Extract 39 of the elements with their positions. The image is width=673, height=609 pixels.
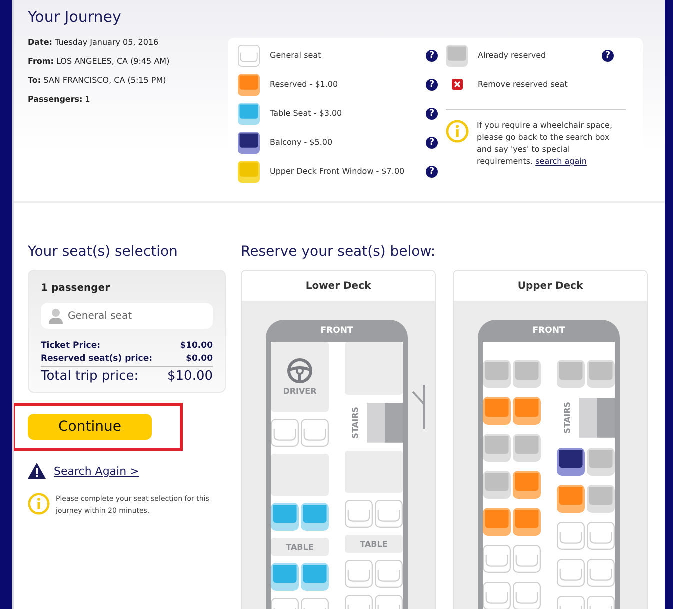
table-label: TABLE [271,538,329,556]
legend-label: Remove reserved seat [478,80,569,89]
search-again-link[interactable]: search again [536,157,587,166]
price-value: $0.00 [186,354,213,364]
price-label: Ticket Price: [41,341,100,351]
journey-detail: Date: Tuesday January 05, 2016 [28,38,160,47]
bus-front: FRONT [478,320,620,342]
stairs-label: STAIRS [351,407,361,439]
continue-button[interactable]: Continue [28,414,152,440]
journey-detail: From: LOS ANGELES, CA (9:45 AM) [28,57,171,66]
search-again-link[interactable]: Search Again > [54,464,140,478]
help-icon[interactable]: ? [426,50,438,62]
legend-label: Balcony - $5.00 [270,138,334,147]
table-label: TABLE [345,535,403,553]
help-icon[interactable]: ? [426,166,438,178]
help-icon[interactable]: ? [426,136,438,148]
legend-label: Upper Deck Front Window - $7.00 [270,167,406,176]
legend-label: General seat [270,51,322,60]
total-label: Total trip price: [41,369,139,384]
section-title: Reserve your seat(s) below: [241,244,437,260]
bus-front: FRONT [266,320,408,342]
legend-label: Already reserved [478,51,548,60]
stairs-label: STAIRS [563,402,573,434]
journey-detail: To: SAN FRANCISCO, CA (5:15 PM) [28,76,168,85]
price-label: Reserved seat(s) price: [41,354,152,364]
passenger-count: 1 passenger [41,283,112,294]
driver-label: DRIVER [283,387,317,396]
legend-label: Reserved - $1.00 [270,80,340,89]
help-icon[interactable]: ? [426,78,438,90]
help-icon[interactable]: ? [602,50,614,62]
journey-detail: Passengers: 1 [28,95,92,104]
section-title: Your seat(s) selection [28,244,179,260]
seat-type-field[interactable]: General seat [41,303,213,329]
wheelchair-notice: If you require a wheelchair space, please go back to the search box and say 'yes' to special requirements. search again [477,120,614,168]
page-title: Your Journey [28,8,122,26]
legend-label: Table Seat - $3.00 [270,109,344,118]
help-icon[interactable]: ? [426,108,438,120]
total-value: $10.00 [168,369,213,384]
price-value: $10.00 [180,341,213,351]
